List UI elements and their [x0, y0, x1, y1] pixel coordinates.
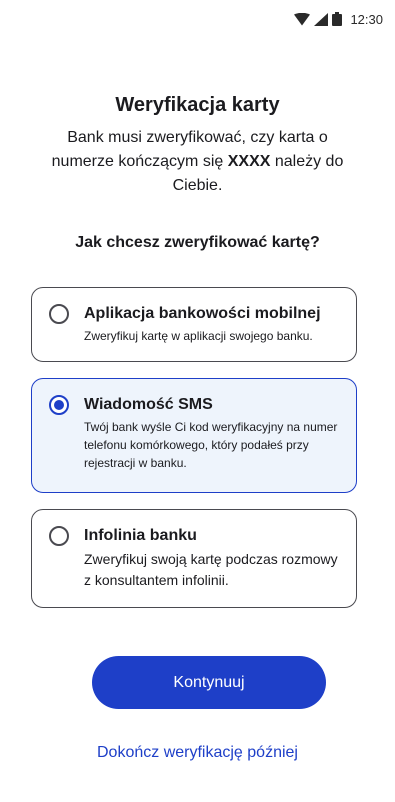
- option-description: Zweryfikuj swoją kartę podczas rozmowy z…: [84, 551, 338, 588]
- option-description: Zweryfikuj kartę w aplikacji swojego ban…: [84, 329, 313, 343]
- page-description: Bank musi zweryfikować, czy karta o nume…: [48, 126, 348, 198]
- signal-icon: [314, 12, 329, 26]
- option-title: Wiadomość SMS: [84, 396, 213, 413]
- verification-question: Jak chcesz zweryfikować kartę?: [75, 234, 320, 251]
- option-title: Infolinia banku: [84, 527, 197, 544]
- option-helpline[interactable]: Infolinia banku Zweryfikuj swoją kartę p…: [31, 509, 357, 608]
- page-title: Weryfikacja karty: [115, 94, 280, 116]
- continue-button[interactable]: Kontynuuj: [92, 656, 326, 709]
- option-description: Twój bank wyśle Ci kod weryfikacyjny na …: [84, 420, 338, 470]
- option-mobile-app[interactable]: Aplikacja bankowości mobilnej Zweryfikuj…: [31, 287, 357, 362]
- card-suffix: XXXX: [227, 153, 271, 170]
- option-title: Aplikacja bankowości mobilnej: [84, 305, 321, 322]
- radio-button-helpline[interactable]: [49, 526, 69, 546]
- verification-options: Aplikacja bankowości mobilnej Zweryfikuj…: [31, 287, 357, 624]
- wifi-icon: [294, 12, 311, 25]
- status-bar: 12:30: [0, 0, 395, 38]
- status-time: 12:30: [350, 11, 383, 27]
- finish-later-link[interactable]: Dokończ weryfikację później: [0, 742, 395, 764]
- option-sms[interactable]: Wiadomość SMS Twój bank wyśle Ci kod wer…: [31, 378, 357, 493]
- battery-icon: [332, 12, 343, 26]
- radio-button-sms[interactable]: [49, 395, 69, 415]
- header-section: Weryfikacja karty Bank musi zweryfikować…: [0, 92, 395, 254]
- radio-button-mobile-app[interactable]: [49, 304, 69, 324]
